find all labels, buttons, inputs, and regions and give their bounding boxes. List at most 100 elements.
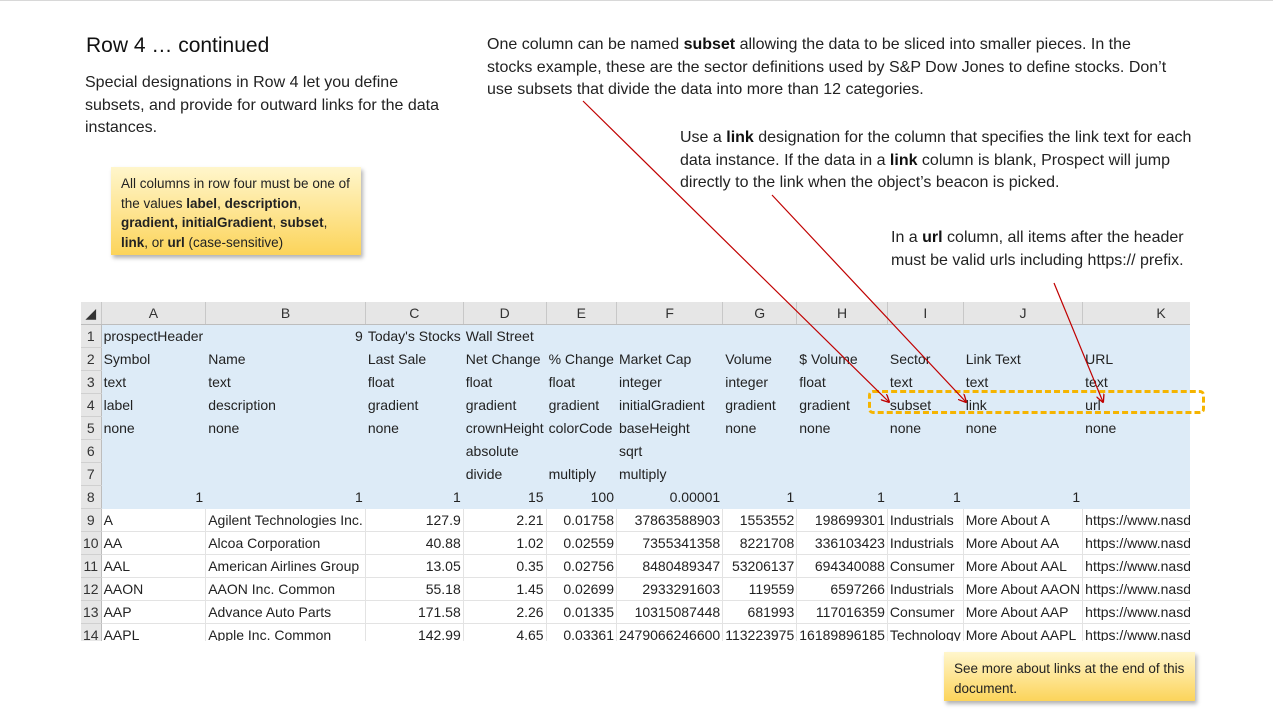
table-cell[interactable]: text (205, 370, 366, 395)
table-cell[interactable]: AAON (101, 577, 207, 602)
row-header[interactable]: 5 (81, 416, 102, 441)
table-cell[interactable]: 1 (205, 485, 366, 510)
column-header[interactable]: J (963, 302, 1084, 326)
row-header[interactable]: 1 (81, 324, 102, 349)
table-cell[interactable]: Name (205, 347, 366, 372)
row-header[interactable]: 3 (81, 370, 102, 395)
table-cell[interactable]: 681993 (722, 600, 798, 625)
column-header[interactable]: G (722, 302, 798, 326)
row-header[interactable]: 13 (81, 600, 102, 625)
table-cell[interactable]: Today's Stocks (365, 324, 464, 349)
table-cell[interactable] (722, 462, 798, 487)
table-cell[interactable]: integer (722, 370, 798, 395)
table-cell[interactable]: 16189896185 (796, 623, 888, 641)
table-cell[interactable]: Advance Auto Parts (205, 600, 366, 625)
table-cell[interactable] (722, 324, 798, 349)
table-cell[interactable]: https://www.nasdaq.com (1082, 554, 1190, 579)
table-cell[interactable]: 0.01758 (546, 508, 617, 533)
table-cell[interactable]: 9 (205, 324, 366, 349)
table-cell[interactable]: 0.01335 (546, 600, 617, 625)
table-cell[interactable] (546, 439, 617, 464)
table-cell[interactable]: Industrials (887, 577, 964, 602)
table-cell[interactable]: 2479066246600 (616, 623, 724, 641)
table-cell[interactable]: 0.02699 (546, 577, 617, 602)
table-cell[interactable] (546, 324, 617, 349)
table-cell[interactable]: absolute (463, 439, 547, 464)
table-cell[interactable]: Industrials (887, 531, 964, 556)
table-cell[interactable]: https://www.nasdaq.com (1082, 531, 1190, 556)
table-cell[interactable]: 171.58 (365, 600, 464, 625)
table-cell[interactable]: none (365, 416, 464, 441)
table-cell[interactable]: text (101, 370, 207, 395)
table-cell[interactable] (101, 439, 207, 464)
table-cell[interactable]: https://www.nasdaq.com (1082, 600, 1190, 625)
table-cell[interactable]: 7355341358 (616, 531, 724, 556)
row-header[interactable]: 12 (81, 577, 102, 602)
table-cell[interactable]: Wall Street (463, 324, 547, 349)
table-cell[interactable] (796, 462, 888, 487)
column-header[interactable]: H (796, 302, 888, 326)
table-cell[interactable]: AAL (101, 554, 207, 579)
table-cell[interactable]: Last Sale (365, 347, 464, 372)
table-cell[interactable] (1082, 439, 1190, 464)
table-cell[interactable]: More About AAP (963, 600, 1084, 625)
table-cell[interactable]: Link Text (963, 347, 1084, 372)
table-cell[interactable]: Alcoa Corporation (205, 531, 366, 556)
table-cell[interactable]: Sector (887, 347, 964, 372)
table-cell[interactable]: baseHeight (616, 416, 724, 441)
table-cell[interactable]: 1 (365, 485, 464, 510)
table-cell[interactable] (1082, 462, 1190, 487)
table-cell[interactable]: 1 (963, 485, 1084, 510)
table-cell[interactable]: 13.05 (365, 554, 464, 579)
table-cell[interactable]: sqrt (616, 439, 724, 464)
table-cell[interactable] (1082, 324, 1190, 349)
table-cell[interactable]: 8221708 (722, 531, 798, 556)
table-cell[interactable]: gradient (722, 393, 798, 418)
table-cell[interactable]: More About A (963, 508, 1084, 533)
table-cell[interactable]: Agilent Technologies Inc. (205, 508, 366, 533)
table-cell[interactable]: AAON Inc. Common (205, 577, 366, 602)
table-cell[interactable]: 1553552 (722, 508, 798, 533)
table-cell[interactable]: gradient (546, 393, 617, 418)
column-header[interactable]: K (1082, 302, 1190, 326)
table-cell[interactable]: none (1082, 416, 1190, 441)
table-cell[interactable]: Apple Inc. Common (205, 623, 366, 641)
table-cell[interactable] (101, 462, 207, 487)
table-cell[interactable]: 336103423 (796, 531, 888, 556)
table-cell[interactable]: none (101, 416, 207, 441)
table-cell[interactable]: https://www.nasdaq.com (1082, 623, 1190, 641)
row-header[interactable]: 2 (81, 347, 102, 372)
table-cell[interactable] (796, 324, 888, 349)
row-header[interactable]: 10 (81, 531, 102, 556)
table-cell[interactable]: prospectHeader (101, 324, 207, 349)
table-cell[interactable]: 0.03361 (546, 623, 617, 641)
table-cell[interactable]: More About AAL (963, 554, 1084, 579)
table-cell[interactable]: Consumer (887, 600, 964, 625)
table-cell[interactable]: 2.21 (463, 508, 547, 533)
table-cell[interactable]: $ Volume (796, 347, 888, 372)
table-cell[interactable]: multiply (616, 462, 724, 487)
table-cell[interactable]: none (722, 416, 798, 441)
table-cell[interactable]: 1.02 (463, 531, 547, 556)
table-cell[interactable]: 4.65 (463, 623, 547, 641)
table-cell[interactable]: gradient (463, 393, 547, 418)
table-cell[interactable] (963, 462, 1084, 487)
table-cell[interactable]: 40.88 (365, 531, 464, 556)
row-header[interactable]: 4 (81, 393, 102, 418)
table-cell[interactable]: 2933291603 (616, 577, 724, 602)
table-cell[interactable]: divide (463, 462, 547, 487)
table-cell[interactable] (887, 462, 964, 487)
table-cell[interactable]: none (205, 416, 366, 441)
table-cell[interactable]: More About AAPL (963, 623, 1084, 641)
table-cell[interactable]: colorCode (546, 416, 617, 441)
table-cell[interactable]: 8480489347 (616, 554, 724, 579)
row-header[interactable]: 11 (81, 554, 102, 579)
table-cell[interactable]: American Airlines Group (205, 554, 366, 579)
table-cell[interactable]: float (365, 370, 464, 395)
table-cell[interactable] (365, 439, 464, 464)
table-cell[interactable]: 0.00001 (616, 485, 724, 510)
table-cell[interactable]: multiply (546, 462, 617, 487)
table-cell[interactable]: 100 (546, 485, 617, 510)
column-header[interactable]: A (101, 302, 207, 326)
row-header[interactable]: 9 (81, 508, 102, 533)
